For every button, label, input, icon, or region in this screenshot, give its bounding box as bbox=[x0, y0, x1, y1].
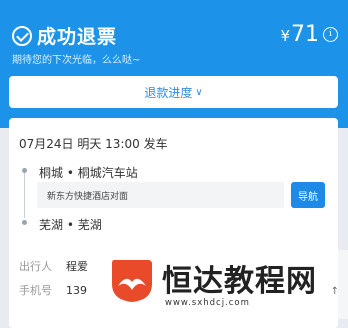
departure-datetime: 07月24日 明天 13:00 发车 bbox=[19, 137, 168, 151]
refund-progress-button[interactable]: 退款进度 ∨ bbox=[9, 76, 338, 108]
chevron-down-icon: ∨ bbox=[195, 86, 203, 98]
phone-label: 手机号 bbox=[19, 284, 52, 297]
watermark-url: www.sxhdcj.com bbox=[165, 298, 250, 308]
status-title: 成功退票 bbox=[37, 26, 118, 48]
arrow-up-icon: ↑ bbox=[330, 286, 339, 297]
arrival-dot bbox=[22, 220, 27, 225]
info-icon[interactable]: i bbox=[323, 27, 338, 42]
phone-value: 139 bbox=[66, 284, 87, 297]
refund-amount[interactable]: ¥ 71 i bbox=[280, 24, 338, 46]
watermark-text: 恒达教程网 bbox=[162, 264, 317, 299]
route-line bbox=[24, 170, 25, 218]
phone-row: 手机号 139 bbox=[19, 282, 87, 298]
departure-dot bbox=[22, 168, 27, 173]
currency-symbol: ¥ bbox=[280, 27, 290, 45]
status-header: 成功退票 期待您的下次光临，么么哒~ ¥ 71 i bbox=[0, 0, 348, 128]
passenger-label: 出行人 bbox=[19, 260, 52, 273]
status-row: 成功退票 bbox=[12, 22, 117, 49]
arrival-station: 芜湖 • 芜湖 bbox=[39, 218, 102, 232]
pickup-point: 新东方快捷酒店对面 bbox=[37, 182, 284, 208]
passenger-row: 出行人 程爱 bbox=[19, 258, 88, 274]
navigate-button[interactable]: 导航 bbox=[291, 182, 325, 208]
check-circle-icon bbox=[12, 25, 32, 46]
refund-progress-label: 退款进度 bbox=[144, 85, 193, 100]
refund-value: 71 bbox=[291, 22, 319, 47]
status-subtitle: 期待您的下次光临，么么哒~ bbox=[12, 55, 141, 66]
departure-station: 桐城 • 桐城汽车站 bbox=[39, 166, 138, 180]
pickup-point-text: 新东方快捷酒店对面 bbox=[47, 192, 129, 202]
watermark-logo-icon bbox=[112, 260, 152, 302]
passenger-value: 程爱 bbox=[66, 260, 88, 273]
